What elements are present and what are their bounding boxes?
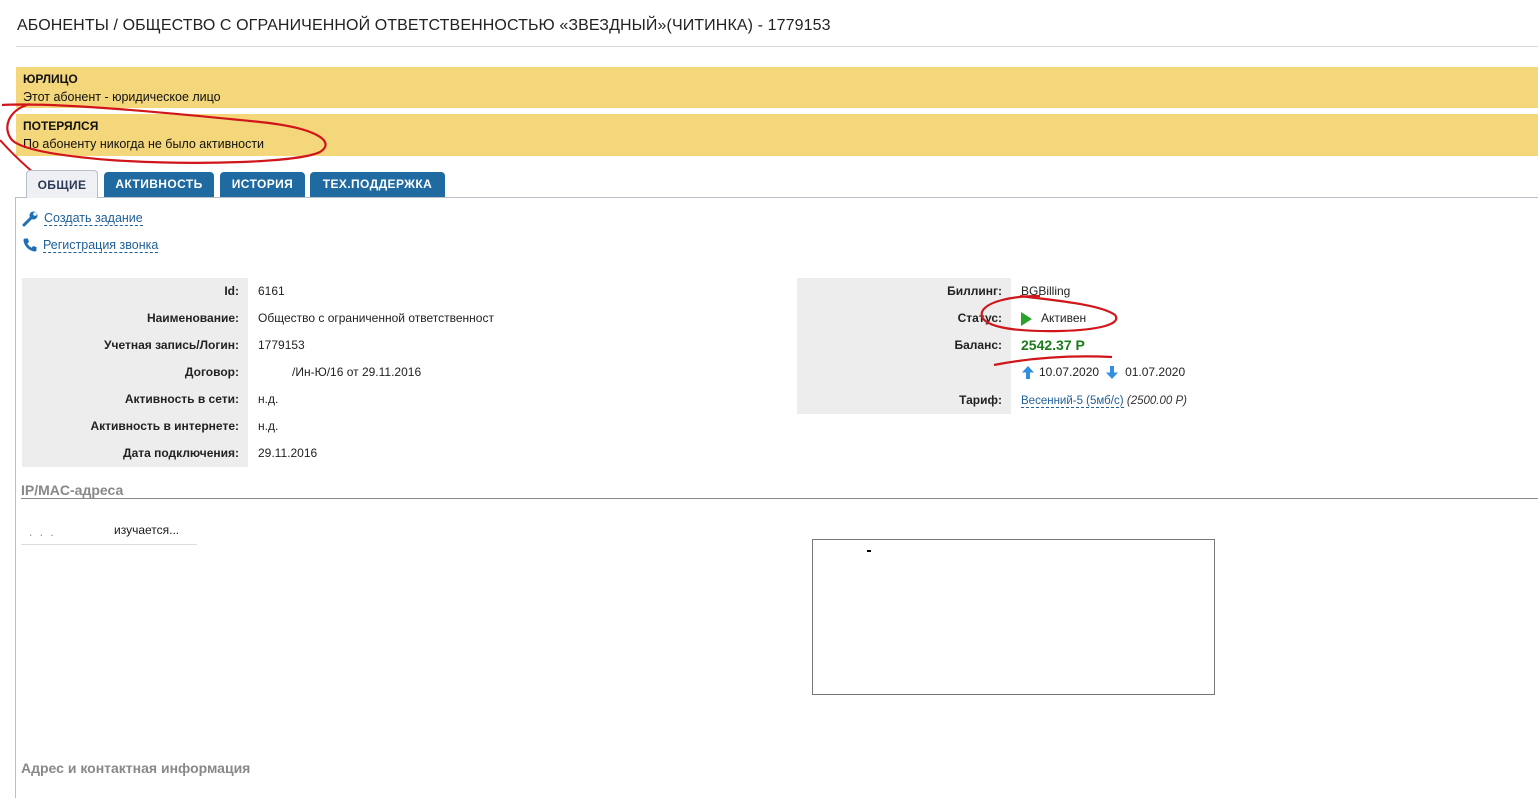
tab-activity[interactable]: АКТИВНОСТЬ — [104, 172, 214, 197]
tariff-price: (2500.00 Р) — [1126, 395, 1187, 407]
balance-label: Баланс: — [797, 332, 1011, 359]
tariff-link[interactable]: Весенний-5 (5мб/с) — [1021, 395, 1124, 408]
name-value: Общество с ограниченной ответственност — [258, 311, 494, 325]
balance-value: 2542.37 Р — [1021, 337, 1085, 353]
date-up: 10.07.2020 — [1039, 365, 1100, 379]
date-down: 01.07.2020 — [1125, 365, 1186, 379]
alert-lost: ПОТЕРЯЛСЯ По абоненту никогда не было ак… — [16, 114, 1538, 156]
status-text: Активен — [1041, 311, 1087, 325]
tariff-label: Тариф: — [797, 387, 1011, 414]
alert-legal-entity: ЮРЛИЦО Этот абонент - юридическое лицо — [16, 67, 1538, 108]
billing-label: Биллинг: — [797, 278, 1011, 305]
title-divider — [16, 46, 1538, 47]
play-icon — [1021, 311, 1032, 326]
name-label: Наименование: — [22, 305, 248, 332]
create-task-button[interactable]: Создать задание — [22, 210, 143, 227]
arrow-up-icon — [1022, 366, 1034, 379]
alert-heading: ЮРЛИЦО — [23, 72, 78, 86]
create-task-link[interactable]: Создать задание — [44, 211, 143, 226]
internet-activity-label: Активность в интернете: — [22, 413, 248, 440]
ipmac-section-title: IP/MAC-адреса — [21, 482, 124, 498]
connection-date-value: 29.11.2016 — [258, 446, 318, 460]
mac-address-row: . . . изучается... — [21, 516, 197, 545]
phone-icon — [23, 238, 37, 252]
register-call-link[interactable]: Регистрация звонка — [43, 238, 159, 253]
status-value: Активен — [1021, 305, 1086, 332]
id-value: 6161 — [258, 284, 285, 298]
connection-date-label: Дата подключения: — [22, 440, 248, 467]
alert-text: По абоненту никогда не было активности — [23, 137, 265, 151]
status-label: Статус: — [797, 305, 1011, 332]
login-label: Учетная запись/Логин: — [22, 332, 248, 359]
net-activity-value: н.д. — [258, 392, 279, 406]
login-value: 1779153 — [258, 338, 305, 352]
traffic-graph-box — [812, 539, 1215, 695]
net-activity-label: Активность в сети: — [22, 386, 248, 413]
internet-activity-value: н.д. — [258, 419, 279, 433]
tab-general[interactable]: ОБЩИЕ — [26, 170, 98, 198]
contract-label: Договор: — [22, 359, 248, 386]
contract-value: /Ин-Ю/16 от 29.11.2016 — [292, 365, 422, 379]
register-call-button[interactable]: Регистрация звонка — [22, 237, 159, 253]
mac-status: изучается... — [114, 523, 180, 537]
tab-support[interactable]: ТЕХ.ПОДДЕРЖКА — [310, 172, 445, 197]
tab-history[interactable]: ИСТОРИЯ — [220, 172, 305, 197]
graph-mark — [867, 550, 871, 552]
ipmac-section-divider — [21, 498, 1538, 499]
billing-value: BGBilling — [1021, 284, 1071, 298]
id-label: Id: — [22, 278, 248, 305]
alert-heading: ПОТЕРЯЛСЯ — [23, 119, 99, 133]
balance-dates: 10.07.2020 01.07.2020 — [1021, 359, 1185, 386]
tariff-value: Весенний-5 (5мб/с) (2500.00 Р) — [1021, 387, 1187, 414]
address-section-title: Адрес и контактная информация — [21, 760, 251, 776]
page-title: АБОНЕНТЫ / ОБЩЕСТВО С ОГРАНИЧЕННОЙ ОТВЕТ… — [17, 17, 831, 34]
arrow-down-icon — [1106, 366, 1119, 379]
mac-masked-value: . . . — [29, 525, 56, 539]
wrench-icon — [22, 211, 38, 227]
general-panel: Создать задание Регистрация звонка Id: 6… — [15, 197, 1538, 798]
alert-text: Этот абонент - юридическое лицо — [23, 90, 221, 104]
